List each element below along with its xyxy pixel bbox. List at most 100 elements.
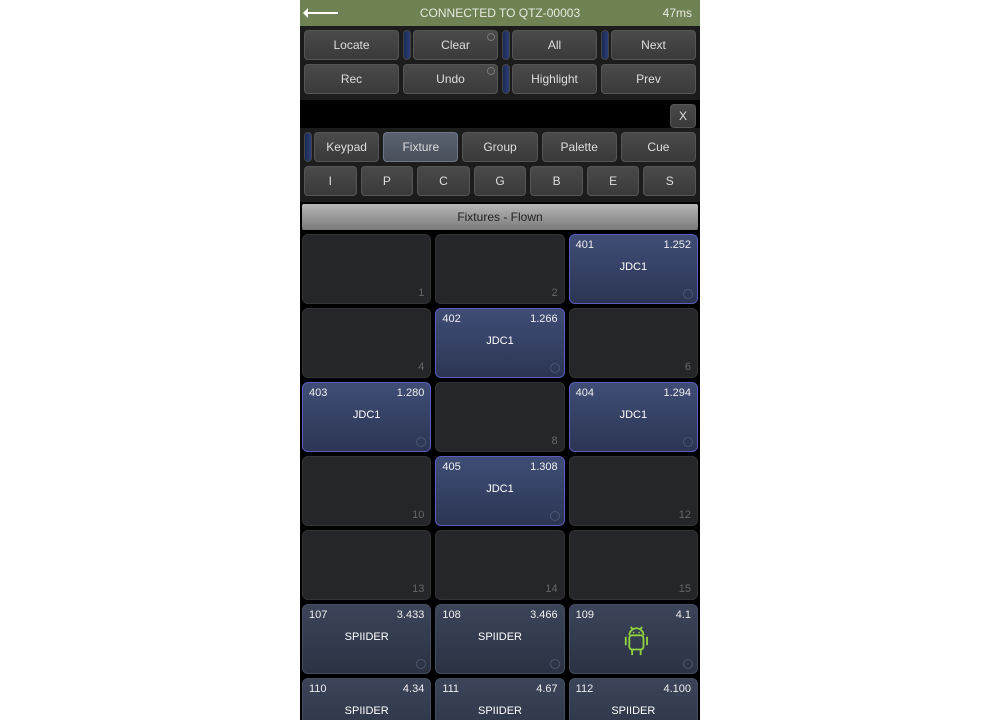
accent-strip (502, 64, 510, 94)
arrow-left-icon (308, 12, 338, 14)
fixture-cell[interactable]: 109 4.1 (569, 604, 698, 674)
rec-button[interactable]: Rec (304, 64, 399, 94)
detail-dot-icon (416, 437, 426, 447)
filter-i-button[interactable]: I (304, 166, 357, 196)
fixture-cell[interactable]: 1124.100SPIIDER (569, 678, 698, 720)
fixture-name: SPIIDER (436, 705, 563, 717)
options-dot-icon (487, 33, 495, 41)
filter-row: IPCGBES (304, 166, 696, 196)
tab-bar: KeypadFixtureGroupPaletteCue IPCGBES (300, 128, 700, 202)
fixture-cell[interactable]: 13 (302, 530, 431, 600)
fixture-id: 109 (576, 609, 594, 621)
filter-c-button[interactable]: C (417, 166, 470, 196)
fixture-name: SPIIDER (570, 705, 697, 717)
fixture-cell[interactable]: 15 (569, 530, 698, 600)
fixture-cell[interactable]: 12 (569, 456, 698, 526)
fixture-id: 110 (309, 683, 327, 695)
filter-b-button[interactable]: B (530, 166, 583, 196)
detail-dot-icon (550, 511, 560, 521)
fixture-cell[interactable]: 1114.67SPIIDER (435, 678, 564, 720)
fixture-name: JDC1 (570, 409, 697, 421)
fixture-value: 1.266 (530, 313, 558, 325)
slot-number: 4 (418, 361, 424, 373)
fixture-cell[interactable]: 404 1.294 JDC1 (569, 382, 698, 452)
detail-dot-icon (683, 437, 693, 447)
fixture-cell[interactable]: 4011.252JDC1 (569, 234, 698, 304)
fixture-id: 403 (309, 387, 327, 399)
fixture-id: 405 (442, 461, 460, 473)
tab-keypad[interactable]: Keypad (314, 132, 379, 162)
fixture-cell[interactable]: 6 (569, 308, 698, 378)
fixture-cell[interactable]: 14 (435, 530, 564, 600)
filter-e-button[interactable]: E (587, 166, 640, 196)
toolbar-row-1: Locate Clear All Next (304, 30, 696, 60)
fixture-value: 3.466 (530, 609, 558, 621)
close-button[interactable]: X (670, 104, 696, 128)
fixture-id: 108 (442, 609, 460, 621)
fixture-cell[interactable]: 403 1.280 JDC1 (302, 382, 431, 452)
detail-dot-icon (550, 659, 560, 669)
fixture-value: 1.280 (397, 387, 425, 399)
fixture-id: 404 (576, 387, 594, 399)
prev-button[interactable]: Prev (601, 64, 696, 94)
fixture-value: 1.252 (663, 239, 691, 251)
slot-number: 14 (545, 583, 557, 595)
next-button[interactable]: Next (611, 30, 696, 60)
fixture-name: JDC1 (436, 483, 563, 495)
section-header: Fixtures - Flown (302, 204, 698, 230)
slot-number: 15 (679, 583, 691, 595)
accent-strip (502, 30, 510, 60)
filter-g-button[interactable]: G (474, 166, 527, 196)
slot-number: 1 (418, 287, 424, 299)
tab-palette[interactable]: Palette (542, 132, 617, 162)
filter-s-button[interactable]: S (643, 166, 696, 196)
fixture-name: SPIIDER (436, 631, 563, 643)
fixture-cell[interactable]: 10 (302, 456, 431, 526)
tab-group[interactable]: Group (462, 132, 537, 162)
fixture-cell[interactable]: 1104.34SPIIDER (302, 678, 431, 720)
detail-dot-icon (416, 659, 426, 669)
tab-fixture[interactable]: Fixture (383, 132, 458, 162)
fixture-id: 402 (442, 313, 460, 325)
options-dot-icon (487, 67, 495, 75)
app-frame: CONNECTED TO QTZ-00003 47ms LocateClearA… (300, 0, 700, 720)
fixture-cell[interactable]: 1 (302, 234, 431, 304)
accent-strip (403, 30, 411, 60)
locate-button[interactable]: Locate (304, 30, 399, 60)
fixture-cell[interactable]: 8 (435, 382, 564, 452)
fixture-name: JDC1 (436, 335, 563, 347)
slot-number: 12 (679, 509, 691, 521)
fixture-value: 1.294 (663, 387, 691, 399)
fixture-cell[interactable]: 402 1.266 JDC1 (435, 308, 564, 378)
connection-title: CONNECTED TO QTZ-00003 (420, 6, 580, 20)
fixture-value: 3.433 (397, 609, 425, 621)
back-button[interactable] (308, 0, 338, 26)
highlight-button[interactable]: Highlight (512, 64, 597, 94)
fixture-grid: 124011.252JDC144021.266JDC164031.280JDC1… (302, 234, 698, 720)
detail-dot-icon (683, 659, 693, 669)
fixture-value: 4.1 (676, 609, 691, 621)
detail-dot-icon (550, 363, 560, 373)
slot-number: 13 (412, 583, 424, 595)
accent-strip (601, 30, 609, 60)
fixture-name: JDC1 (570, 261, 697, 273)
fixture-cell[interactable]: 405 1.308 JDC1 (435, 456, 564, 526)
accent-strip (304, 132, 312, 162)
android-icon (620, 623, 654, 659)
slot-number: 6 (685, 361, 691, 373)
fixture-name: SPIIDER (303, 631, 430, 643)
clear-button[interactable]: Clear (413, 30, 498, 60)
toolbar: Locate Clear All Next RecUndo HighlightPrev (300, 26, 700, 100)
fixture-value: 1.308 (530, 461, 558, 473)
undo-button[interactable]: Undo (403, 64, 498, 94)
fixture-cell[interactable]: 1073.433SPIIDER (302, 604, 431, 674)
all-button[interactable]: All (512, 30, 597, 60)
fixture-cell[interactable]: 4 (302, 308, 431, 378)
fixture-id: 112 (576, 683, 594, 695)
fixture-name: JDC1 (303, 409, 430, 421)
tab-cue[interactable]: Cue (621, 132, 696, 162)
fixture-cell[interactable]: 108 3.466 SPIIDER (435, 604, 564, 674)
filter-p-button[interactable]: P (361, 166, 414, 196)
detail-dot-icon (683, 289, 693, 299)
fixture-cell[interactable]: 2 (435, 234, 564, 304)
